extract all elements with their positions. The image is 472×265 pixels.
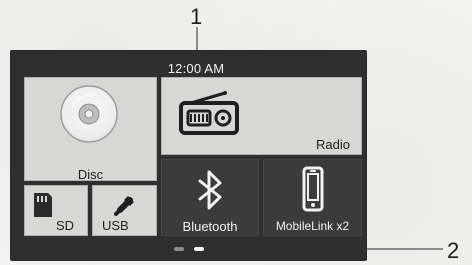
bluetooth-icon [194,169,224,211]
disc-icon [58,83,120,145]
mobilelink-tile[interactable]: MobileLink x2 [263,159,362,236]
page-indicator-dot-active[interactable] [194,247,204,251]
usb-label: USB [102,218,129,233]
page-indicator-dot[interactable] [174,247,184,251]
usb-tile[interactable]: USB [92,185,157,236]
page-indicator[interactable] [174,247,204,251]
radio-label: Radio [316,137,350,152]
disc-tile[interactable]: Disc [24,77,157,181]
radio-icon [177,89,241,137]
bluetooth-label: Bluetooth [182,219,238,234]
sd-tile[interactable]: SD [24,185,88,236]
sd-card-icon [32,191,54,219]
sd-label: SD [56,218,75,233]
disc-label: Disc [77,167,104,181]
status-clock: 12:00 AM [167,61,225,76]
mobilelink-label: MobileLink x2 [275,219,350,233]
smartphone-icon [300,166,326,214]
bluetooth-tile[interactable]: Bluetooth [161,159,259,236]
radio-tile[interactable]: Radio [161,77,362,155]
usb-icon [112,190,140,218]
callout-number-2: 2 [447,238,460,263]
